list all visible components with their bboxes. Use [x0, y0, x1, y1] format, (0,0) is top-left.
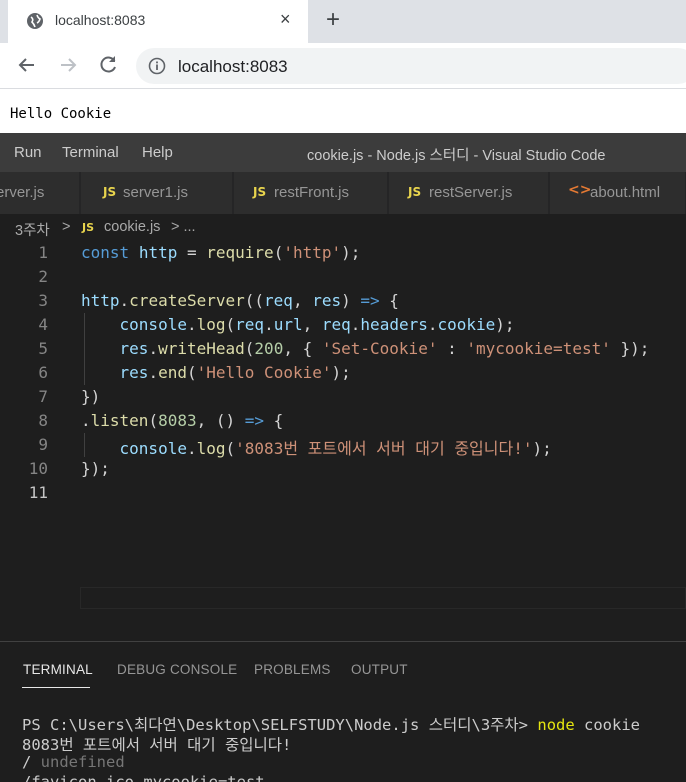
address-bar[interactable]: localhost:8083: [136, 48, 686, 84]
terminal-output: /: [22, 753, 41, 771]
html-file-icon: <>: [568, 182, 592, 198]
code-line: 4 console.log(req.url, req.headers.cooki…: [0, 313, 686, 337]
menu-run[interactable]: Run: [14, 144, 42, 161]
line-number: 9: [38, 435, 48, 454]
code-text: console.log(req.url, req.headers.cookie)…: [119, 315, 515, 334]
address-text: localhost:8083: [178, 57, 288, 76]
tab-label: erver.js: [0, 184, 45, 201]
tab-restserver-js[interactable]: JS restServer.js: [389, 172, 549, 214]
code-text: }): [81, 387, 101, 406]
new-tab-button[interactable]: +: [326, 6, 340, 34]
tab-label: server1.js: [123, 184, 189, 201]
browser-tabstrip: localhost:8083 × +: [0, 0, 686, 43]
terminal-command: node: [537, 716, 575, 734]
tab-label: about.html: [590, 184, 661, 201]
code-line: 9 console.log('8083번 포트에서 서버 대기 중입니다!');: [0, 433, 686, 458]
tab-label: restServer.js: [429, 184, 513, 201]
js-file-icon: JS: [103, 185, 117, 199]
code-text: .listen(8083, () => {: [81, 411, 284, 430]
terminal-line: 8083번 포트에서 서버 대기 중입니다!: [22, 733, 291, 755]
tab-debug-console[interactable]: DEBUG CONSOLE: [117, 662, 237, 677]
terminal-output: /favicon.ico mycookie=test: [22, 773, 265, 782]
code-line: 2: [0, 265, 686, 289]
line-number: 4: [38, 315, 48, 334]
code-text: http.createServer((req, res) => {: [81, 291, 399, 310]
terminal-line: /favicon.ico mycookie=test: [22, 773, 265, 782]
terminal-argument: cookie: [574, 716, 641, 734]
code-line: 6 res.end('Hello Cookie');: [0, 361, 686, 385]
code-line: 1 const http = require('http');: [0, 241, 686, 265]
code-line: 3 http.createServer((req, res) => {: [0, 289, 686, 313]
terminal-panel: TERMINAL DEBUG CONSOLE PROBLEMS OUTPUT P…: [0, 641, 686, 782]
menu-help[interactable]: Help: [142, 144, 173, 161]
reload-icon[interactable]: [96, 53, 120, 77]
js-file-icon: JS: [253, 185, 267, 199]
editor-tab-bar: erver.js JS server1.js JS restFront.js J…: [0, 172, 686, 214]
terminal-prompt: PS C:\Users\최다연\Desktop\SELFSTUDY\Node.j…: [22, 716, 538, 734]
code-text: res.writeHead(200, { 'Set-Cookie' : 'myc…: [119, 339, 650, 358]
breadcrumb-file[interactable]: cookie.js: [104, 219, 160, 235]
close-tab-icon[interactable]: ×: [280, 9, 291, 30]
tab-terminal[interactable]: TERMINAL: [23, 662, 93, 677]
terminal-output: 8083번 포트에서 서버 대기 중입니다!: [22, 736, 292, 754]
code-text: });: [81, 459, 110, 478]
line-number: 8: [38, 411, 48, 430]
line-number: 11: [28, 483, 48, 502]
page-body-text: Hello Cookie: [10, 106, 112, 122]
globe-icon: [27, 13, 43, 29]
tab-about-html[interactable]: <> about.html: [550, 172, 686, 214]
page-content: Hello Cookie: [0, 89, 686, 133]
line-number: 7: [38, 387, 48, 406]
line-number: 2: [38, 267, 48, 286]
breadcrumb-folder[interactable]: 3주차: [15, 219, 50, 240]
code-line: 11: [0, 481, 686, 505]
info-icon[interactable]: [148, 57, 166, 75]
browser-toolbar: localhost:8083: [0, 43, 686, 89]
js-file-icon: JS: [82, 221, 95, 234]
line-number: 5: [38, 339, 48, 358]
current-line-highlight: [80, 587, 686, 609]
js-file-icon: JS: [408, 185, 422, 199]
browser-tab[interactable]: localhost:8083 ×: [8, 0, 308, 43]
breadcrumb-symbols[interactable]: > ...: [171, 219, 196, 235]
tab-restfront-js[interactable]: JS restFront.js: [234, 172, 388, 214]
tab-server-js[interactable]: erver.js: [0, 172, 80, 214]
tab-title: localhost:8083: [55, 12, 146, 28]
menu-terminal[interactable]: Terminal: [62, 144, 119, 161]
tab-server1-js[interactable]: JS server1.js: [81, 172, 233, 214]
browser-window: localhost:8083 × + localhost:8083 Hello …: [0, 0, 686, 133]
code-editor[interactable]: 1 const http = require('http'); 2 3 http…: [0, 241, 686, 641]
code-text: const http = require('http');: [81, 243, 361, 262]
line-number: 1: [38, 243, 48, 262]
tab-problems[interactable]: PROBLEMS: [254, 662, 331, 677]
title-bar: Run Terminal Help cookie.js - Node.js 스터…: [0, 133, 686, 172]
vscode-window: Run Terminal Help cookie.js - Node.js 스터…: [0, 133, 686, 782]
code-line: 8 .listen(8083, () => {: [0, 409, 686, 433]
tab-output[interactable]: OUTPUT: [351, 662, 408, 677]
line-number: 6: [38, 363, 48, 382]
code-line: 10 });: [0, 457, 686, 481]
line-number: 3: [38, 291, 48, 310]
window-title: cookie.js - Node.js 스터디 - Visual Studio …: [307, 148, 606, 164]
terminal-line: / undefined: [22, 753, 125, 771]
terminal-output: undefined: [40, 753, 125, 771]
tab-label: restFront.js: [274, 184, 350, 201]
active-tab-indicator: [22, 687, 90, 688]
code-line: 7 }): [0, 385, 686, 409]
terminal-line[interactable]: PS C:\Users\최다연\Desktop\SELFSTUDY\Node.j…: [22, 713, 640, 735]
code-text: console.log('8083번 포트에서 서버 대기 중입니다!');: [119, 439, 552, 458]
back-arrow-icon[interactable]: [15, 53, 39, 77]
breadcrumb: 3주차 > JS cookie.js > ...: [0, 214, 686, 242]
forward-arrow-icon[interactable]: [56, 53, 80, 77]
code-line: 5 res.writeHead(200, { 'Set-Cookie' : 'm…: [0, 337, 686, 361]
code-text: res.end('Hello Cookie');: [119, 363, 351, 382]
line-number: 10: [28, 459, 48, 478]
breadcrumb-separator: >: [62, 219, 71, 235]
